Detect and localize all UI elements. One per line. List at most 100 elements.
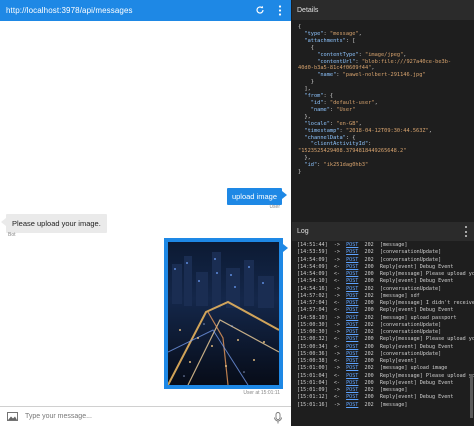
log-text: [conversationUpdate] [379,256,442,263]
log-method-link[interactable]: POST [346,264,358,270]
log-arrow: -> [333,256,347,263]
json-token: "attachments" [304,37,346,44]
log-method-link[interactable]: POST [346,394,358,400]
log-row: [14:57:02] -> POST 202 [message] sdf [297,293,471,300]
log-status-code: 202 [358,292,380,299]
city-night-photo [168,242,279,385]
log-row: [15:01:04] <- POST 200 Reply[message] Pl… [297,372,474,380]
json-token: } [298,79,314,86]
log-time: [15:00:30] [297,321,334,328]
log-time: [15:01:00] [297,365,334,372]
log-arrow: <- [333,336,347,343]
log-time: [14:58:10] [297,314,334,321]
log-text: [message] [379,242,408,248]
log-method-link[interactable]: POST [346,402,358,408]
log-method-link[interactable]: POST [346,278,358,284]
log-method-link[interactable]: POST [346,315,358,321]
log-method-link[interactable]: POST [346,286,358,292]
log-method-link[interactable]: POST [346,387,358,393]
json-line: ], [298,86,470,93]
json-line: { [298,45,470,52]
log-time: [15:00:30] [297,329,334,335]
log-row: [14:57:04] <- POST 200 Reply[message] I … [297,300,474,307]
json-token: "contentUrl" [317,58,356,65]
json-line: "contentType": "image/jpeg", [298,52,470,59]
log-method-link[interactable]: POST [346,307,358,313]
log-arrow: <- [333,343,347,350]
log-method-link[interactable]: POST [346,300,358,306]
json-token: } [298,169,302,176]
log-text: Reply[event] Debug Event [379,379,454,386]
log-time: [14:54:09] [297,271,334,277]
json-token: "id" [310,99,324,106]
json-token: "contentType" [317,51,359,58]
log-method-link[interactable]: POST [346,293,358,299]
log-arrow: -> [333,314,347,321]
log-time: [14:53:59] [297,249,334,256]
log-list: [14:51:44] -> POST 202 [message] [14:53:5… [292,241,474,426]
json-line: "id": "ik251dag0hb3" [298,162,470,169]
log-method-link[interactable]: POST [346,242,358,248]
log-text: Reply[event] Debug Event [379,263,454,270]
log-row: [14:53:59] -> POST 202 [conversationUpda… [297,249,471,256]
log-time: [14:54:10] [297,278,334,285]
json-token: "name" [317,72,337,79]
log-arrow: <- [333,358,347,364]
log-method-link[interactable]: POST [346,271,358,277]
log-method-link[interactable]: POST [346,380,358,386]
log-row: [15:01:09] -> POST 202 [message] [297,387,471,394]
message-input-bar [0,406,291,426]
log-arrow: -> [333,285,347,292]
json-line: { [298,24,470,31]
json-line: "name": "pawel-nolbert-291146.jpg" [298,72,470,79]
log-method-link[interactable]: POST [346,358,358,364]
json-token: "image/jpeg" [365,51,404,58]
emulator-window: http://localhost:3978/api/messages uploa… [0,0,474,426]
log-method-link[interactable]: POST [346,329,358,335]
log-time: [15:01:12] [297,394,334,401]
log-arrow: -> [333,401,347,408]
log-method-link[interactable]: POST [346,336,358,342]
json-token: "id" [304,162,318,169]
user-message-meta: User [269,204,280,210]
attach-image-icon[interactable] [6,412,18,422]
log-scrollbar[interactable] [470,374,473,418]
microphone-icon[interactable] [273,411,283,424]
json-token: "2018-04-12T09:30:44.563Z" [345,127,429,134]
log-row: [15:01:16] -> POST 202 [message] [297,402,471,409]
json-token: , [358,30,362,37]
refresh-icon[interactable] [253,3,267,17]
log-method-link[interactable]: POST [346,322,358,328]
json-line: }, [298,155,470,162]
log-row: [15:00:30] -> POST 202 [conversationUpda… [297,329,471,336]
log-method-link[interactable]: POST [346,257,358,263]
image-attachment[interactable] [164,238,288,389]
log-status-code: 200 [358,358,380,364]
log-row: [15:01:00] -> POST 202 [message] upload … [297,365,471,372]
json-token: "User" [336,106,356,113]
json-line: } [298,79,470,86]
log-row: [14:58:10] -> POST 202 [message] upload … [297,315,471,322]
log-status-code: 200 [358,278,380,285]
log-row: [14:54:09] <- POST 200 Reply[event] Debu… [297,264,471,271]
message-input[interactable] [25,413,265,420]
json-line: "name": "User" [298,107,470,114]
json-token: "en-GB" [336,120,359,127]
log-method-link[interactable]: POST [346,351,358,357]
log-status-code: 202 [358,321,380,328]
log-row: [15:01:12] <- POST 200 Reply[event] Debu… [297,394,471,401]
log-method-link[interactable]: POST [346,373,358,379]
log-menu-icon[interactable] [464,226,468,237]
log-method-link[interactable]: POST [346,365,358,371]
log-text: Reply[event] Debug Event [379,394,454,401]
log-method-link[interactable]: POST [346,249,358,255]
log-method-link[interactable]: POST [346,344,358,350]
log-row: [14:54:10] <- POST 200 Reply[event] Debu… [297,278,471,285]
more-vert-icon[interactable] [273,3,287,17]
log-arrow: <- [333,372,347,379]
log-time: [14:54:09] [297,263,334,270]
log-row: [15:00:32] <- POST 200 Reply[message] Pl… [297,336,474,343]
